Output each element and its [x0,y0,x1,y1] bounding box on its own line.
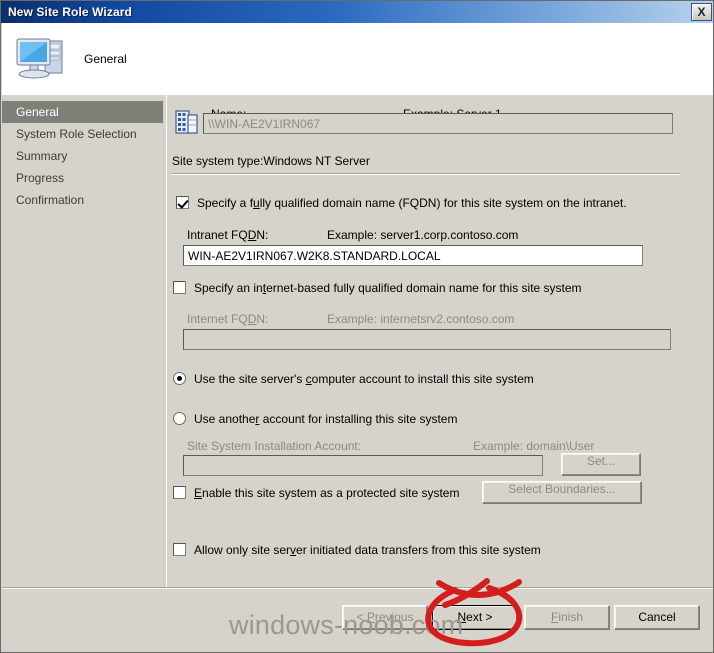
intranet-fqdn-input[interactable] [183,245,643,266]
close-icon[interactable]: X [691,3,712,21]
sidebar-item-general[interactable]: General [2,101,163,123]
internet-fqdn-example-label: Example: internetsrv2.contoso.com [327,312,515,326]
specify-intranet-fqdn-label: Specify a fully qualified domain name (F… [197,195,627,210]
select-boundaries-button[interactable]: Select Boundaries... [482,481,642,504]
previous-button[interactable]: < Previous [342,605,428,630]
sidebar-item-confirmation[interactable]: Confirmation [2,189,166,211]
finish-button[interactable]: Finish [524,605,610,630]
wizard-footer: < Previous Next > Finish Cancel [2,589,713,652]
allow-only-site-server-transfers-row[interactable]: Allow only site server initiated data tr… [173,542,541,557]
section-divider [171,173,680,175]
specify-internet-fqdn-row[interactable]: Specify an internet-based fully qualifie… [173,280,582,295]
enable-protected-site-system-label: Enable this site system as a protected s… [194,485,460,500]
specify-internet-fqdn-checkbox[interactable] [173,281,186,295]
site-system-installation-account-example-label: Example: domain\User [473,439,595,453]
wizard-step-list: General System Role Selection Summary Pr… [2,95,167,652]
set-account-button[interactable]: Set... [561,453,641,476]
enable-protected-site-system-row[interactable]: Enable this site system as a protected s… [173,485,459,500]
internet-fqdn-label: Internet FQDN: [187,312,269,326]
next-button[interactable]: Next > [432,605,518,630]
wizard-header: General [2,23,713,95]
enable-protected-site-system-checkbox[interactable] [173,486,186,500]
sidebar-item-system-role-selection[interactable]: System Role Selection [2,123,166,145]
use-computer-account-label: Use the site server's computer account t… [194,371,534,386]
internet-fqdn-input[interactable] [183,329,671,350]
name-input[interactable] [203,113,673,134]
specify-intranet-fqdn-row[interactable]: Specify a fully qualified domain name (F… [176,195,627,210]
computer-icon [14,33,70,85]
specify-intranet-fqdn-checkbox[interactable] [176,196,189,210]
page-title: General [84,52,127,66]
cancel-button[interactable]: Cancel [614,605,700,630]
use-another-account-label: Use another account for installing this … [194,411,458,426]
server-rack-icon [175,109,199,135]
intranet-fqdn-example-label: Example: server1.corp.contoso.com [327,228,519,242]
allow-only-site-server-transfers-checkbox[interactable] [173,543,186,557]
use-computer-account-row[interactable]: Use the site server's computer account t… [173,371,534,386]
wizard-content-panel: Name: Example: Server 1 Site system type… [167,95,713,652]
allow-only-site-server-transfers-label: Allow only site server initiated data tr… [194,542,541,557]
specify-internet-fqdn-label: Specify an internet-based fully qualifie… [194,280,582,295]
use-computer-account-radio[interactable] [173,372,186,386]
title-bar: New Site Role Wizard X [1,1,713,23]
site-system-installation-account-input[interactable] [183,455,543,476]
new-site-role-wizard-window: New Site Role Wizard X General General S… [0,0,714,653]
window-title: New Site Role Wizard [8,5,132,19]
site-system-type-label: Site system type:Windows NT Server [172,154,370,168]
intranet-fqdn-label: Intranet FQDN: [187,228,269,242]
sidebar-item-summary[interactable]: Summary [2,145,166,167]
sidebar-item-progress[interactable]: Progress [2,167,166,189]
use-another-account-row[interactable]: Use another account for installing this … [173,411,457,426]
wizard-body: General System Role Selection Summary Pr… [2,95,713,652]
site-system-installation-account-label: Site System Installation Account: [187,439,362,453]
use-another-account-radio[interactable] [173,412,186,426]
